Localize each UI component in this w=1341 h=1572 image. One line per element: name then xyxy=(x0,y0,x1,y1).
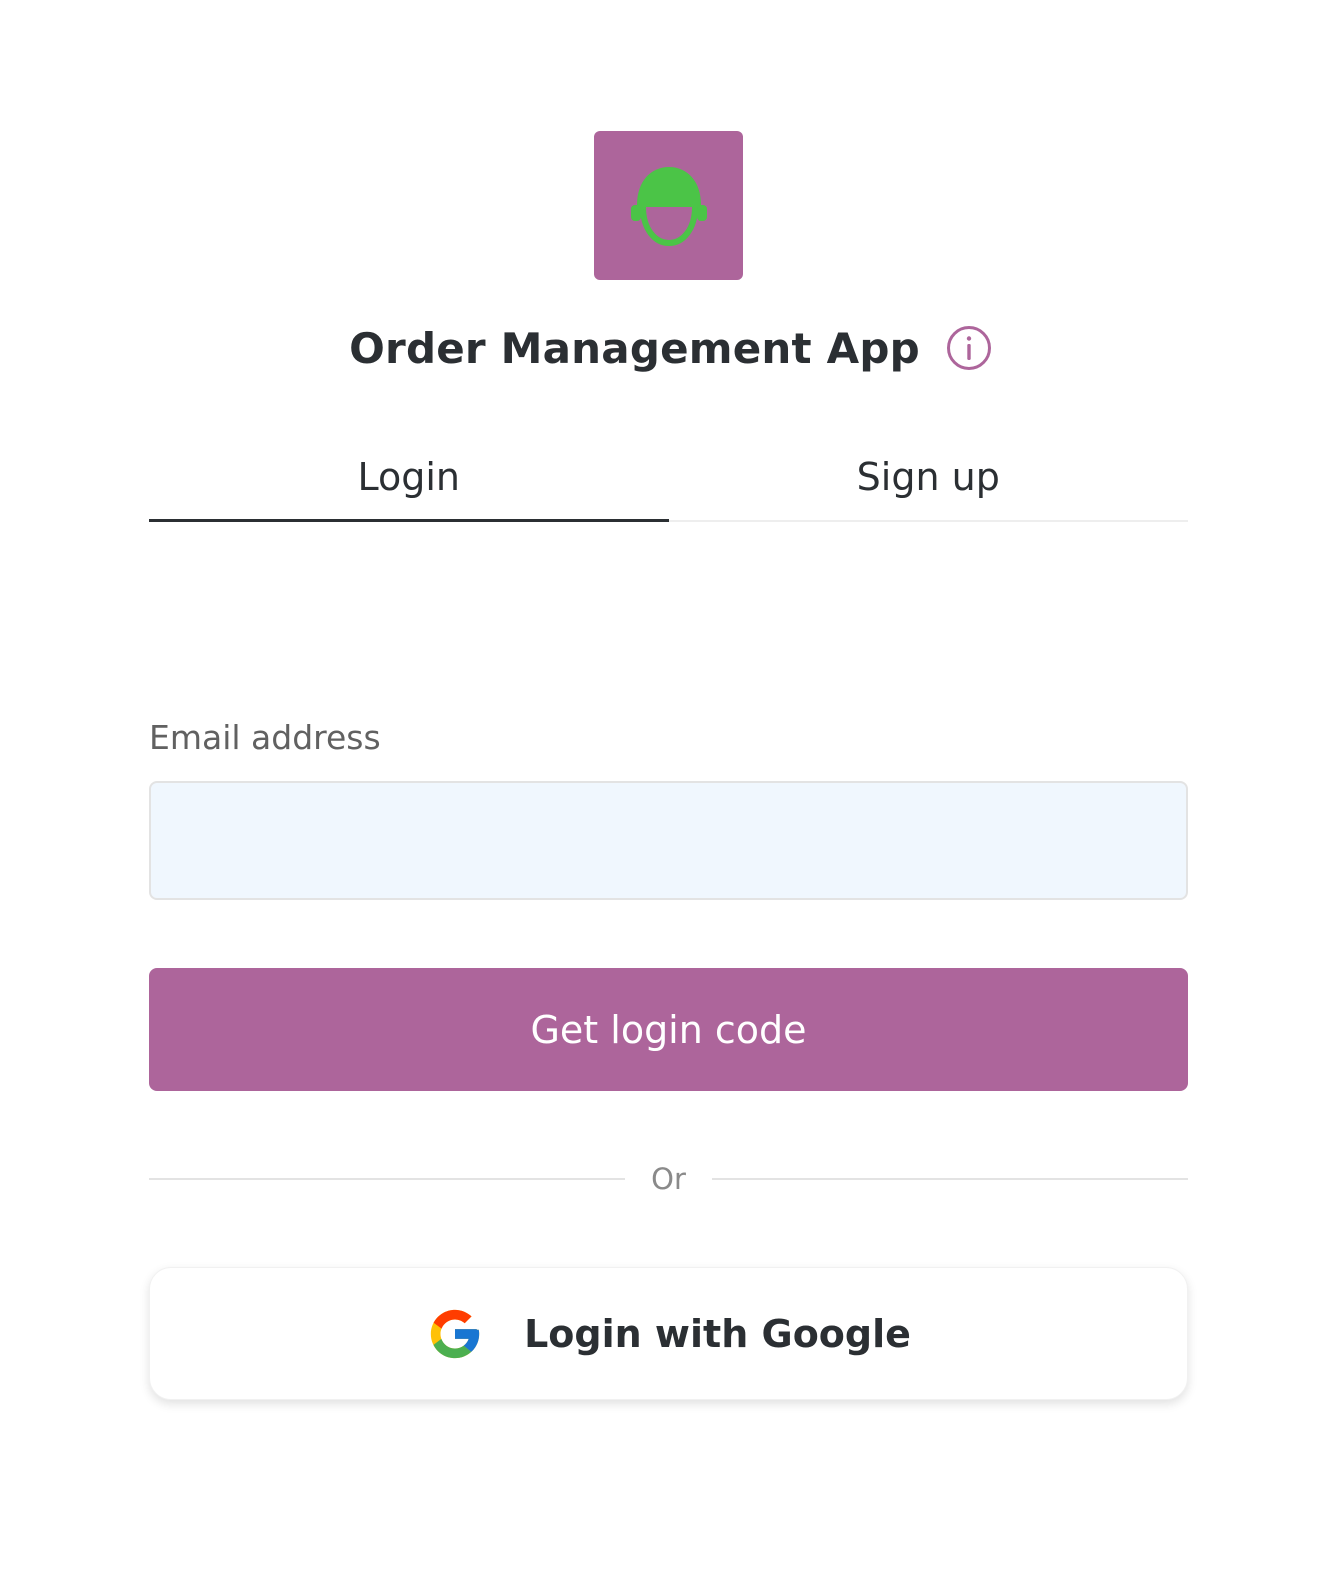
email-label: Email address xyxy=(149,718,381,757)
divider-line-right xyxy=(711,1178,1188,1180)
tab-login[interactable]: Login xyxy=(149,440,669,522)
email-field[interactable] xyxy=(149,781,1188,900)
or-divider: Or xyxy=(149,1155,1188,1203)
auth-tabs: Login Sign up xyxy=(149,440,1188,522)
app-title: Order Management App xyxy=(349,323,920,373)
get-login-code-button[interactable]: Get login code xyxy=(149,968,1188,1091)
info-icon[interactable] xyxy=(946,325,992,371)
app-logo xyxy=(594,131,743,280)
google-button-label: Login with Google xyxy=(524,1311,911,1356)
helmet-person-icon xyxy=(630,166,707,246)
login-page: Order Management App Login Sign up Email… xyxy=(0,0,1341,1572)
tab-sign-up[interactable]: Sign up xyxy=(669,440,1189,520)
divider-text: Or xyxy=(651,1162,686,1196)
divider-line-left xyxy=(149,1178,626,1180)
title-row: Order Management App xyxy=(0,318,1341,378)
login-with-google-button[interactable]: Login with Google xyxy=(149,1267,1188,1400)
google-g-icon xyxy=(426,1305,484,1363)
